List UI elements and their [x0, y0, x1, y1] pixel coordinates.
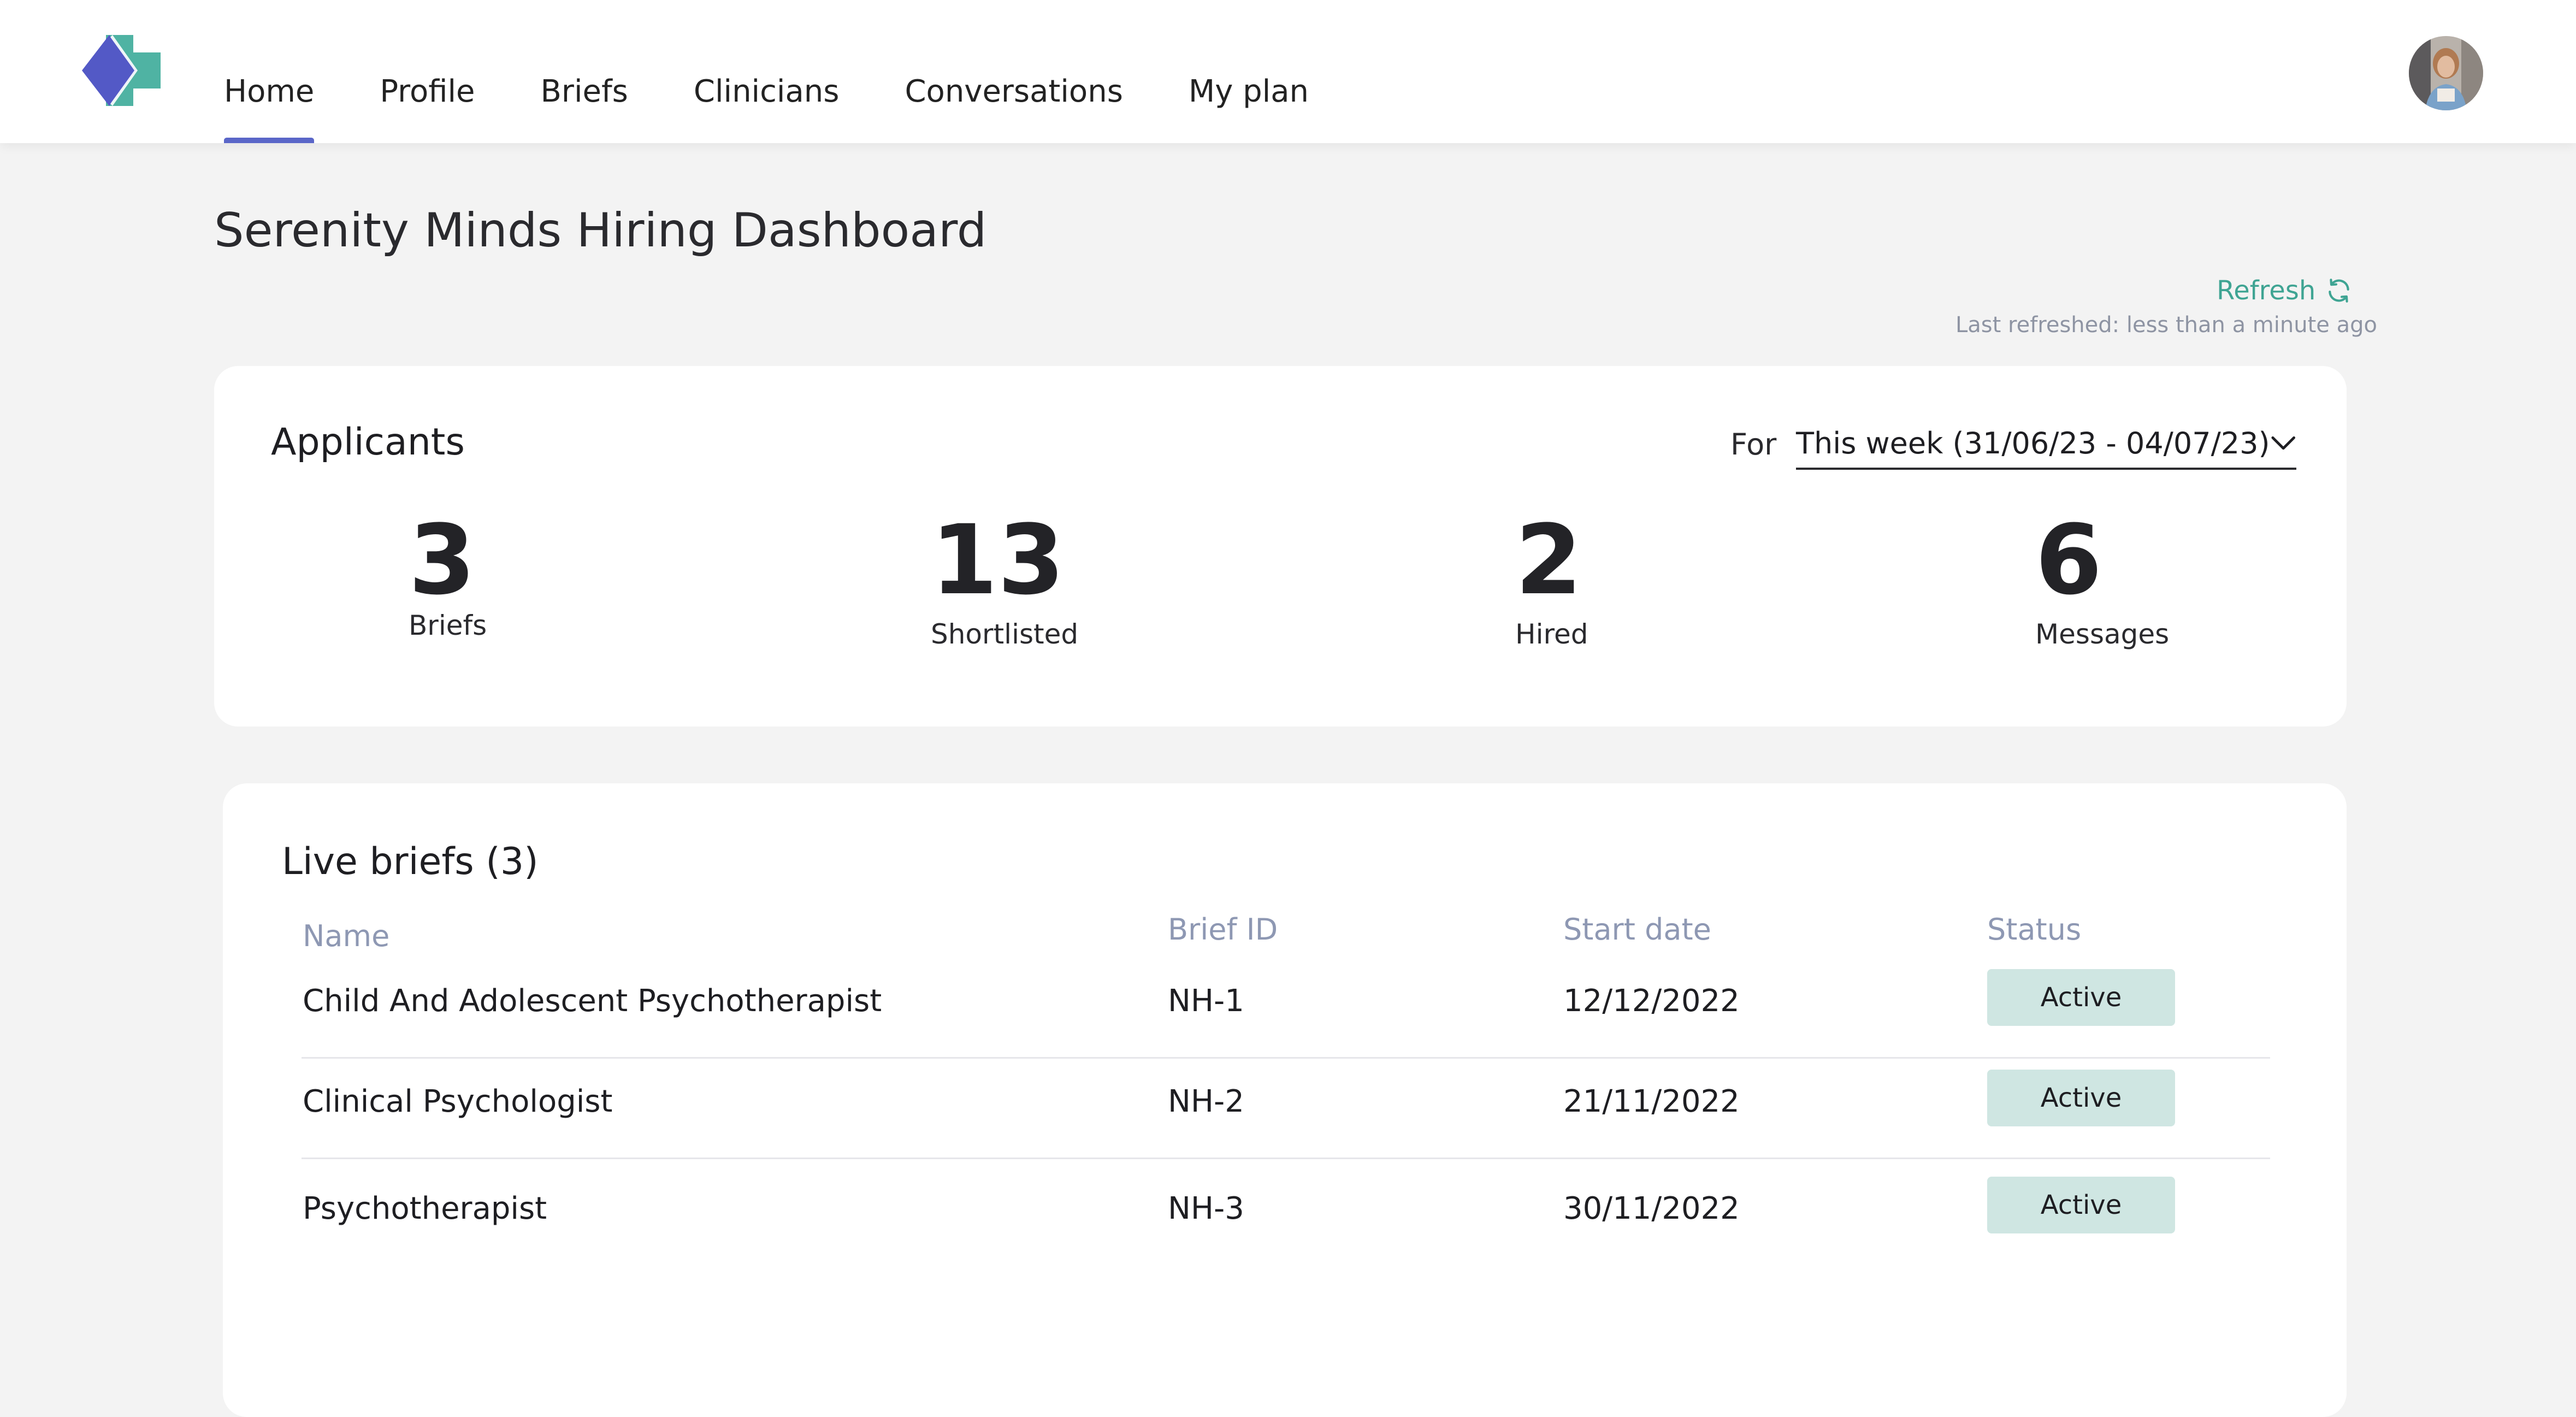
applicants-card: Applicants For This week (31/06/23 - 04/… [214, 366, 2347, 727]
brief-start-date: 12/12/2022 [1563, 983, 1740, 1019]
live-briefs-card: Live briefs (3) Name Brief ID Start date… [223, 783, 2347, 1417]
column-header-status[interactable]: Status [1987, 912, 2081, 947]
nav-tab-briefs[interactable]: Briefs [541, 0, 628, 143]
status-badge: Active [1987, 969, 2175, 1026]
nav-tab-label: Briefs [540, 73, 628, 109]
nav-tab-label: My plan [1188, 73, 1309, 109]
last-refreshed-text: Last refreshed: less than a minute ago [1955, 312, 2377, 338]
main-nav: Home Profile Briefs Clinicians Conversat… [224, 0, 1374, 143]
brief-start-date: 21/11/2022 [1563, 1084, 1740, 1119]
brief-name[interactable]: Psychotherapist [303, 1191, 547, 1226]
user-avatar[interactable] [2409, 36, 2483, 110]
status-badge: Active [1987, 1177, 2175, 1233]
brief-name[interactable]: Clinical Psychologist [303, 1084, 612, 1119]
table-row[interactable]: Psychotherapist NH-3 30/11/2022 Active [302, 1159, 2270, 1260]
period-select-value: This week (31/06/23 - 04/07/23) [1796, 426, 2270, 460]
stat-hired[interactable]: 2 Hired [1515, 504, 1588, 651]
nav-tab-label: Profile [380, 73, 475, 109]
nav-tab-my-plan[interactable]: My plan [1189, 0, 1309, 143]
refresh-label: Refresh [2217, 275, 2316, 306]
brief-id: NH-2 [1168, 1084, 1244, 1119]
stat-value: 13 [931, 504, 1065, 616]
stat-label: Shortlisted [931, 618, 1079, 650]
stat-value: 6 [2035, 504, 2102, 616]
nav-tab-profile[interactable]: Profile [380, 0, 475, 143]
brief-id: NH-3 [1168, 1191, 1244, 1226]
nav-tab-label: Conversations [905, 73, 1123, 109]
nav-tab-conversations[interactable]: Conversations [905, 0, 1122, 143]
top-navigation-bar: Home Profile Briefs Clinicians Conversat… [0, 0, 2576, 143]
stat-value: 3 [409, 504, 476, 616]
page-title: Serenity Minds Hiring Dashboard [214, 203, 987, 258]
brief-name[interactable]: Child And Adolescent Psychotherapist [303, 983, 882, 1019]
brief-id: NH-1 [1168, 983, 1244, 1019]
refresh-icon [2329, 279, 2350, 303]
nav-tab-label: Clinicians [693, 73, 840, 109]
period-for-label: For [1730, 427, 1777, 462]
refresh-button[interactable]: Refresh [2217, 275, 2353, 306]
stat-briefs[interactable]: 3 Briefs [409, 504, 487, 642]
stat-label: Hired [1515, 618, 1588, 650]
stat-messages[interactable]: 6 Messages [2035, 504, 2170, 651]
column-header-brief-id[interactable]: Brief ID [1168, 912, 1278, 947]
brand-logo-icon[interactable] [82, 35, 161, 106]
table-row[interactable]: Clinical Psychologist NH-2 21/11/2022 Ac… [302, 1059, 2270, 1159]
applicants-title: Applicants [271, 421, 465, 464]
stat-label: Messages [2035, 618, 2170, 650]
stat-shortlisted[interactable]: 13 Shortlisted [931, 504, 1079, 651]
nav-tab-home[interactable]: Home [224, 0, 315, 143]
chevron-down-icon [2271, 436, 2295, 450]
live-briefs-title: Live briefs (3) [282, 840, 539, 883]
nav-tab-label: Home [224, 73, 315, 109]
stat-label: Briefs [409, 610, 487, 641]
status-badge: Active [1987, 1070, 2175, 1126]
column-header-name[interactable]: Name [303, 919, 389, 953]
table-row[interactable]: Child And Adolescent Psychotherapist NH-… [302, 958, 2270, 1059]
period-select[interactable]: This week (31/06/23 - 04/07/23) [1796, 418, 2296, 470]
brief-start-date: 30/11/2022 [1563, 1191, 1740, 1226]
nav-tab-clinicians[interactable]: Clinicians [694, 0, 840, 143]
column-header-start-date[interactable]: Start date [1563, 912, 1711, 947]
stat-value: 2 [1515, 504, 1582, 616]
